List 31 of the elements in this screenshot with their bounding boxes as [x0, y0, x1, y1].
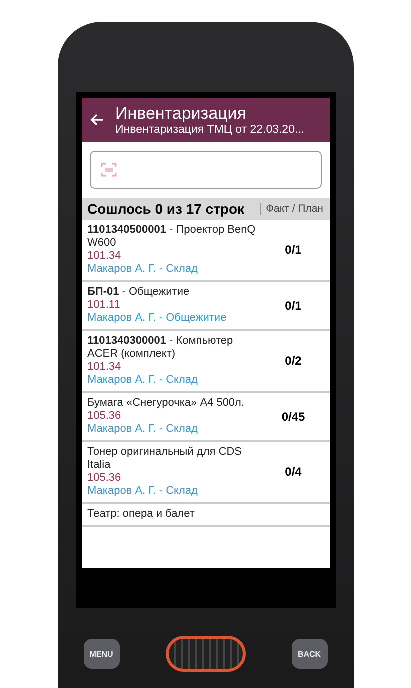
- back-key[interactable]: BACK: [292, 639, 328, 669]
- quantity: 0/1: [284, 298, 303, 312]
- owner-location: Макаров А. Г. - Склад: [88, 374, 199, 387]
- quantity: 0/1: [284, 243, 303, 257]
- item-name: 1101340500001 - Проектор BenQ W600: [88, 224, 257, 250]
- quantity: 0/4: [284, 465, 303, 479]
- scan-trigger[interactable]: [166, 636, 246, 672]
- owner-location: Макаров А. Г. - Склад: [88, 263, 199, 276]
- account-code: 105.36: [88, 472, 122, 485]
- item-name: Театр: опера и балет: [88, 508, 196, 521]
- account-code: 101.11: [88, 299, 122, 312]
- scan-icon: [100, 163, 116, 177]
- account-code: 101.34: [88, 361, 122, 374]
- item-name: БП-01 - Общежитие: [88, 286, 191, 299]
- summary-text: Сошлось 0 из 17 строк: [88, 201, 245, 217]
- item-name: 1101340300001 - Компьютер ACER (комплект): [88, 335, 234, 361]
- account-code: 101.34: [88, 250, 122, 263]
- account-code: 105.36: [88, 410, 122, 423]
- owner-location: Макаров А. Г. - Общежитие: [88, 312, 228, 325]
- owner-location: Макаров А. Г. - Склад: [88, 485, 199, 498]
- quantity: 0/45: [280, 410, 306, 424]
- item-name: Тонер оригинальный для CDS Italia: [88, 446, 243, 472]
- owner-location: Макаров А. Г. - Склад: [88, 423, 199, 436]
- menu-key[interactable]: MENU: [84, 639, 120, 669]
- screen-subtitle: Инвентаризация ТМЦ от 22.03.20...: [116, 124, 305, 136]
- quantity: 0/2: [284, 354, 303, 368]
- column-header: Факт / План: [260, 203, 324, 215]
- scan-field[interactable]: [90, 151, 322, 189]
- item-name: Бумага «Снегурочка» А4 500л.: [88, 397, 246, 410]
- back-arrow-icon[interactable]: [90, 113, 104, 127]
- screen-title: Инвентаризация: [116, 104, 248, 124]
